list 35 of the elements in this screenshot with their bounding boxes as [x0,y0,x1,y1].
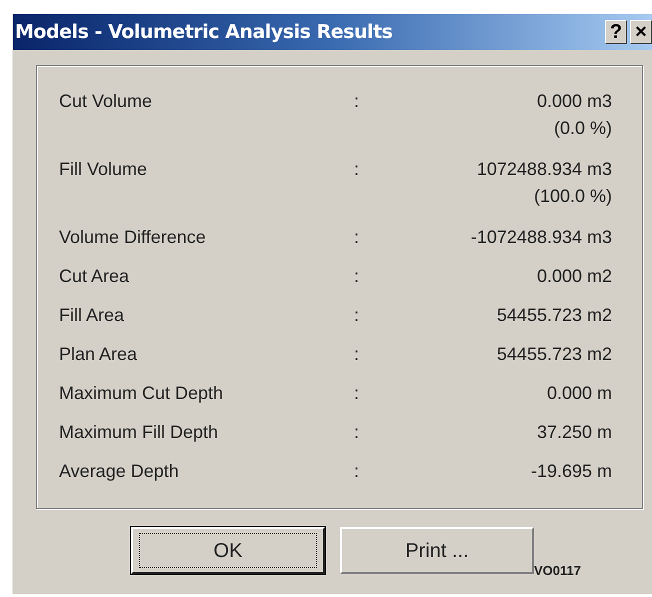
print-button[interactable]: Print ... [340,527,534,574]
help-button[interactable]: ? [605,20,627,44]
separator-colon: : [354,421,359,444]
window-title: Models - Volumetric Analysis Results [15,20,394,45]
field-value: 1072488.934 m3 [476,158,612,181]
separator-colon: : [354,226,359,249]
field-value: 0.000 m2 [536,265,612,288]
field-label: Volume Difference [59,226,206,249]
field-label: Fill Area [59,304,124,327]
separator-colon: : [354,90,359,113]
field-value: 0.000 m [546,382,612,405]
field-value: 54455.723 m2 [496,304,612,327]
field-label: Maximum Cut Depth [59,382,224,405]
percentage-value: (0.0 %) [554,117,612,140]
separator-colon: : [354,460,359,483]
field-label: Average Depth [59,460,179,483]
field-label: Plan Area [59,343,138,366]
separator-colon: : [354,265,359,288]
field-value: 0.000 m3 [536,90,612,113]
field-value: 37.250 m [536,421,612,444]
field-value: -1072488.934 m3 [470,226,612,249]
separator-colon: : [354,304,359,327]
ok-button[interactable]: OK [131,527,325,574]
field-label: Cut Volume [59,90,152,113]
percentage-value: (100.0 %) [534,185,612,208]
close-button[interactable]: × [630,20,652,44]
field-value: 54455.723 m2 [496,343,612,366]
separator-colon: : [354,343,359,366]
field-label: Cut Area [59,265,130,288]
field-label: Maximum Fill Depth [59,421,218,444]
dialog-code: VO0117 [534,562,581,580]
separator-colon: : [354,382,359,405]
field-value: -19.695 m [530,460,612,483]
separator-colon: : [354,158,359,181]
field-label: Fill Volume [59,158,148,181]
